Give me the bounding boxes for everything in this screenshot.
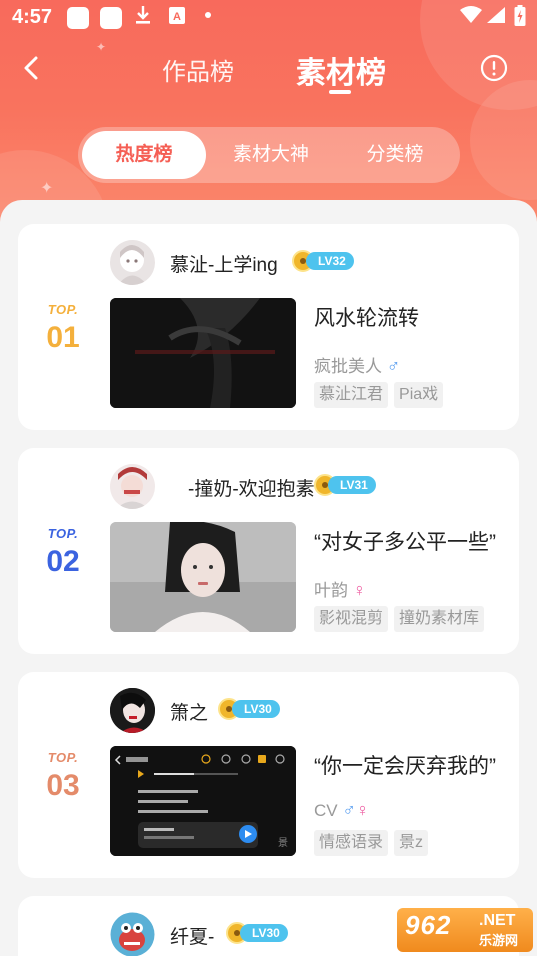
author-name: CV	[314, 801, 338, 820]
level-label: LV31	[328, 476, 376, 494]
site-watermark-logo: 962 .NET 乐游网	[397, 908, 533, 952]
author-name: 叶韵	[314, 581, 348, 600]
level-label: LV30	[240, 924, 288, 942]
username[interactable]: 慕沚-上学ing	[170, 250, 278, 277]
tag[interactable]: Pia戏	[394, 382, 444, 408]
material-title[interactable]: “对女子多公平一些”	[314, 526, 496, 556]
level-label: LV30	[232, 700, 280, 718]
material-thumbnail[interactable]	[110, 298, 296, 408]
download-icon	[134, 4, 152, 31]
info-button[interactable]	[480, 54, 508, 82]
ranking-card-3[interactable]: TOP. 03 箫之 LV30 景 “你一定会厌弃我的” CV ♂♀ 情感语录 …	[18, 672, 519, 878]
ranking-card-1[interactable]: TOP. 01 慕沚-上学ing LV32 风水轮流转 疯批美人 ♂ 慕沚江君 …	[18, 224, 519, 430]
material-author: 叶韵 ♀	[314, 576, 366, 601]
status-time: 4:57	[12, 6, 53, 28]
username[interactable]: 纤夏-	[170, 922, 214, 949]
tag[interactable]: 景z	[394, 830, 429, 856]
ranking-type-segmented-control: 热度榜 素材大神 分类榜	[78, 127, 460, 183]
signal-icon	[486, 6, 506, 29]
svg-text:景: 景	[278, 837, 288, 849]
tab-works-ranking[interactable]: 作品榜	[162, 52, 234, 87]
app-store-icon: A	[168, 4, 186, 31]
rank-top-label: TOP.	[47, 302, 79, 317]
notification-app-icon	[67, 7, 89, 29]
material-author: 疯批美人 ♂	[314, 352, 400, 377]
rank-top-label: TOP.	[47, 526, 79, 541]
level-label: LV32	[306, 252, 354, 270]
segment-category-ranking[interactable]: 分类榜	[336, 131, 454, 179]
watermark-number: 962	[405, 910, 452, 940]
avatar[interactable]	[110, 912, 155, 956]
author-name: 疯批美人	[314, 357, 382, 376]
status-bar: 4:57 A	[0, 0, 537, 36]
avatar[interactable]	[110, 240, 155, 285]
rank-label: TOP. 02	[38, 526, 88, 579]
info-icon	[480, 54, 508, 82]
battery-charging-icon	[514, 5, 526, 32]
male-icon: ♂	[386, 356, 401, 376]
tag[interactable]: 影视混剪	[314, 606, 389, 632]
material-title[interactable]: 风水轮流转	[314, 302, 419, 332]
notification-dot	[205, 12, 211, 18]
decor-star-icon: ✦	[40, 180, 54, 197]
tag-list: 影视混剪 撞奶素材库	[314, 606, 485, 632]
watermark-net: .NET	[479, 912, 516, 929]
ranking-card-2[interactable]: TOP. 02 -撞奶-欢迎抱素 LV31 “对女子多公平一些” 叶韵 ♀ 影视…	[18, 448, 519, 654]
tab-material-ranking[interactable]: 素材榜	[296, 48, 386, 92]
tag[interactable]: 慕沚江君	[314, 382, 389, 408]
username[interactable]: -撞奶-欢迎抱素	[188, 474, 315, 501]
rank-number: 03	[46, 769, 80, 802]
avatar[interactable]	[110, 464, 155, 509]
material-thumbnail[interactable]	[110, 522, 296, 632]
material-author: CV ♂♀	[314, 800, 369, 821]
rank-top-label: TOP.	[47, 750, 79, 765]
notification-app-icon	[100, 7, 122, 29]
chevron-left-icon	[24, 56, 38, 80]
female-icon: ♀	[352, 580, 367, 600]
tag-list: 情感语录 景z	[314, 830, 429, 856]
tag[interactable]: 情感语录	[314, 830, 389, 856]
svg-text:A: A	[173, 11, 181, 23]
tag[interactable]: 撞奶素材库	[394, 606, 485, 632]
material-thumbnail[interactable]: 景	[110, 746, 296, 856]
male-icon: ♂	[342, 800, 356, 820]
active-tab-indicator	[329, 90, 351, 94]
back-button[interactable]	[16, 52, 48, 84]
top-nav: 作品榜 素材榜	[0, 40, 537, 100]
segment-material-masters[interactable]: 素材大神	[210, 131, 332, 179]
female-icon: ♀	[355, 800, 370, 820]
watermark-subtitle: 乐游网	[479, 933, 519, 948]
rank-label: TOP. 03	[38, 750, 88, 803]
avatar[interactable]	[110, 688, 155, 733]
rank-label: TOP. 01	[38, 302, 88, 355]
tag-list: 慕沚江君 Pia戏	[314, 382, 444, 408]
wifi-icon	[460, 6, 482, 29]
username[interactable]: 箫之	[170, 698, 208, 725]
material-title[interactable]: “你一定会厌弃我的”	[314, 750, 496, 780]
segment-hot-ranking[interactable]: 热度榜	[82, 131, 206, 179]
rank-number: 01	[46, 321, 80, 354]
rank-number: 02	[46, 545, 80, 578]
